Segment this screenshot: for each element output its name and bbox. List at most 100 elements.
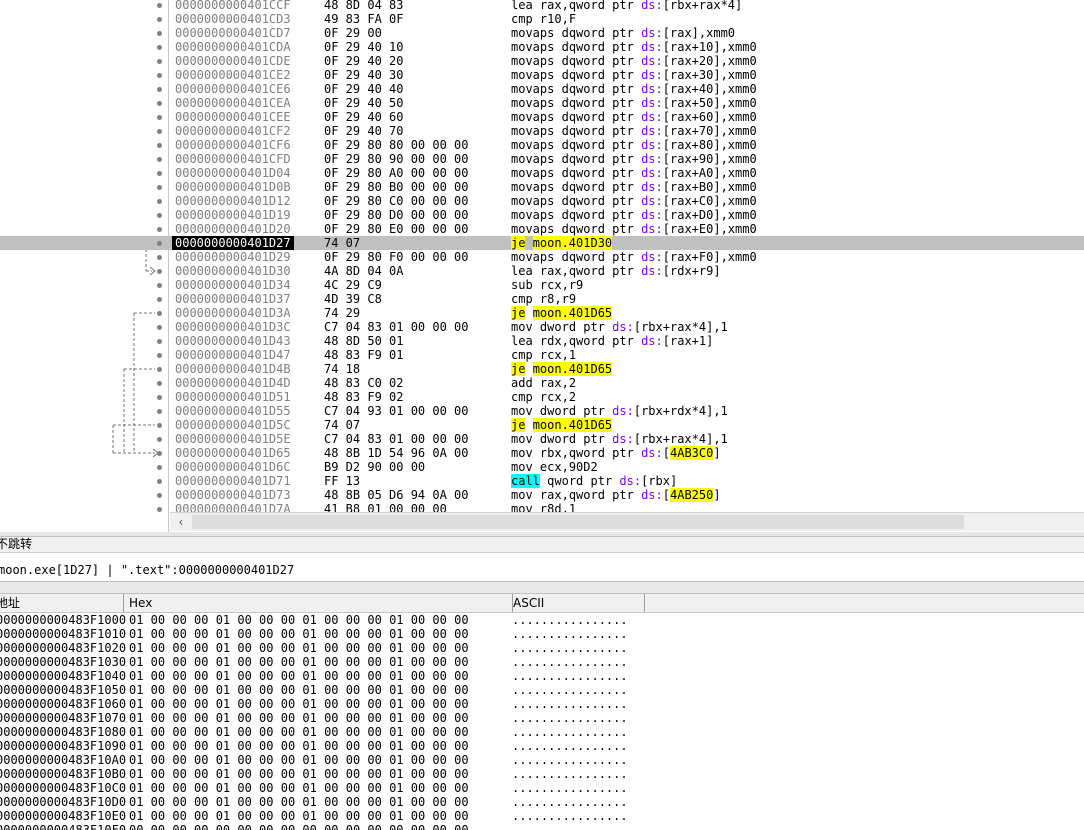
disasm-row[interactable]: 0000000000401D12 0F 29 80 C0 00 00 00 mova… [0,194,1084,208]
breakpoint-dot-icon[interactable] [157,115,162,120]
dump-row[interactable]: 0000000000483F1090 01 00 00 00 01 00 00 0… [0,739,1084,753]
breakpoint-dot-icon[interactable] [157,45,162,50]
disasm-row[interactable]: 0000000000401D04 0F 29 80 A0 00 00 00 mova… [0,166,1084,180]
disasm-row[interactable]: 0000000000401D37 4D 39 C8 cmp r8,r9 [0,292,1084,306]
disasm-row[interactable]: 0000000000401CE6 0F 29 40 40 movaps dqword… [0,82,1084,96]
breakpoint-dot-icon[interactable] [157,255,162,260]
breakpoint-dot-icon[interactable] [157,409,162,414]
breakpoint-dot-icon[interactable] [157,101,162,106]
breakpoint-dot-icon[interactable] [157,269,162,274]
breakpoint-dot-icon[interactable] [157,31,162,36]
breakpoint-dot-icon[interactable] [157,73,162,78]
breakpoint-dot-icon[interactable] [157,199,162,204]
scrollbar-thumb[interactable] [192,515,964,529]
disasm-row[interactable]: 0000000000401D6C B9 D2 90 00 00 mov ecx,90… [0,460,1084,474]
breakpoint-dot-icon[interactable] [157,227,162,232]
dump-row[interactable]: 0000000000483F10F0 00 00 00 00 00 00 00 0… [0,823,1084,830]
instr-operand: dqword ptr [561,124,642,138]
disasm-row[interactable]: 0000000000401D30 4A 8D 04 0A lea rax,qword… [0,264,1084,278]
breakpoint-dot-icon[interactable] [157,213,162,218]
disasm-row[interactable]: 0000000000401CF6 0F 29 80 80 00 00 00 mova… [0,138,1084,152]
disasm-row[interactable]: 0000000000401CDA 0F 29 40 10 movaps dqword… [0,40,1084,54]
disasm-row[interactable]: 0000000000401D0B 0F 29 80 B0 00 00 00 mova… [0,180,1084,194]
breakpoint-dot-icon[interactable] [157,87,162,92]
dump-splitter[interactable] [0,581,1084,594]
dump-row[interactable]: 0000000000483F1000 01 00 00 00 01 00 00 0… [0,613,1084,627]
disasm-row[interactable]: 0000000000401D5C 74 07 je moon.401D65 [0,418,1084,432]
breakpoint-dot-icon[interactable] [157,507,162,512]
breakpoint-dot-icon[interactable] [157,311,162,316]
dump-row[interactable]: 0000000000483F10D0 01 00 00 00 01 00 00 0… [0,795,1084,809]
disasm-row[interactable]: 0000000000401CD3 49 83 FA 0F cmp r10,F [0,12,1084,26]
disasm-row[interactable]: 0000000000401CF2 0F 29 40 70 movaps dqword… [0,124,1084,138]
hex-dump-view[interactable]: 0000000000483F1000 01 00 00 00 01 00 00 0… [0,613,1084,830]
disasm-row[interactable]: 0000000000401D20 0F 29 80 E0 00 00 00 mova… [0,222,1084,236]
disasm-row[interactable]: 0000000000401D3A 74 29 je moon.401D65 [0,306,1084,320]
breakpoint-dot-icon[interactable] [157,129,162,134]
breakpoint-dot-icon[interactable] [157,395,162,400]
disasm-row[interactable]: 0000000000401D29 0F 29 80 F0 00 00 00 mova… [0,250,1084,264]
breakpoint-dot-icon[interactable] [157,465,162,470]
breakpoint-dot-icon[interactable] [157,143,162,148]
disasm-row[interactable]: 0000000000401CEE 0F 29 40 60 movaps dqword… [0,110,1084,124]
horizontal-scrollbar[interactable]: ‹ [170,512,1084,531]
disasm-row[interactable]: 0000000000401CEA 0F 29 40 50 movaps dqword… [0,96,1084,110]
dump-header-address[interactable]: 地址 [0,594,124,612]
disasm-row[interactable]: 0000000000401D3C C7 04 83 01 00 00 00 mov … [0,320,1084,334]
disasm-row[interactable]: 0000000000401D71 FF 13 call qword ptr ds:[… [0,474,1084,488]
breakpoint-dot-icon[interactable] [157,171,162,176]
breakpoint-dot-icon[interactable] [157,3,162,8]
dump-row[interactable]: 0000000000483F10C0 01 00 00 00 01 00 00 0… [0,781,1084,795]
instr-space [554,152,561,166]
dump-header-ascii[interactable]: ASCII [508,594,645,612]
disasm-row[interactable]: 0000000000401D43 48 8D 50 01 lea rdx,qword… [0,334,1084,348]
dump-row[interactable]: 0000000000483F1070 01 00 00 00 01 00 00 0… [0,711,1084,725]
disasm-row[interactable]: 0000000000401CCF 48 8D 04 83 lea rax,qword… [0,0,1084,12]
breakpoint-dot-icon[interactable] [157,325,162,330]
dump-row[interactable]: 0000000000483F1040 01 00 00 00 01 00 00 0… [0,669,1084,683]
disassembly-view[interactable]: IP 0000000000401CCF48 8D 04 83lea rax,qw… [0,0,1084,532]
breakpoint-dot-icon[interactable] [157,451,162,456]
dump-row[interactable]: 0000000000483F1030 01 00 00 00 01 00 00 0… [0,655,1084,669]
disasm-row[interactable]: 0000000000401D47 48 83 F9 01 cmp rcx,1 [0,348,1084,362]
dump-row[interactable]: 0000000000483F1020 01 00 00 00 01 00 00 0… [0,641,1084,655]
disasm-row[interactable]: 0000000000401D73 48 8B 05 D6 94 0A 00 mov … [0,488,1084,502]
disasm-row[interactable]: 0000000000401D4D 48 83 C0 02 add rax,2 [0,376,1084,390]
dump-row[interactable]: 0000000000483F1010 01 00 00 00 01 00 00 0… [0,627,1084,641]
breakpoint-dot-icon[interactable] [157,367,162,372]
breakpoint-dot-icon[interactable] [157,185,162,190]
breakpoint-dot-icon[interactable] [157,157,162,162]
disasm-row[interactable]: 0000000000401D19 0F 29 80 D0 00 00 00 mova… [0,208,1084,222]
disasm-row[interactable]: 0000000000401D51 48 83 F9 02 cmp rcx,2 [0,390,1084,404]
breakpoint-dot-icon[interactable] [157,17,162,22]
dump-header-hex[interactable]: Hex [124,594,513,612]
dump-row[interactable]: 0000000000483F10A0 01 00 00 00 01 00 00 0… [0,753,1084,767]
dump-row[interactable]: 0000000000483F10B0 01 00 00 00 01 00 00 0… [0,767,1084,781]
disasm-row[interactable]: 0000000000401CD7 0F 29 00 movaps dqword pt… [0,26,1084,40]
dump-row[interactable]: 0000000000483F10E0 01 00 00 00 01 00 00 0… [0,809,1084,823]
disasm-row-current[interactable]: 0000000000401D27 74 07 je moon.401D30 [0,236,1084,250]
breakpoint-dot-icon[interactable] [157,241,162,246]
dump-row[interactable]: 0000000000483F1060 01 00 00 00 01 00 00 0… [0,697,1084,711]
breakpoint-dot-icon[interactable] [157,493,162,498]
scroll-left-icon[interactable]: ‹ [174,513,188,531]
disasm-row[interactable]: 0000000000401D65 48 8B 1D 54 96 0A 00 mov … [0,446,1084,460]
breakpoint-dot-icon[interactable] [157,479,162,484]
disasm-row[interactable]: 0000000000401D5E C7 04 83 01 00 00 00 mov … [0,432,1084,446]
disasm-row[interactable]: 0000000000401CE2 0F 29 40 30 movaps dqword… [0,68,1084,82]
disasm-row[interactable]: 0000000000401D4B 74 18 je moon.401D65 [0,362,1084,376]
disasm-row[interactable]: 0000000000401CDE 0F 29 40 20 movaps dqword… [0,54,1084,68]
breakpoint-dot-icon[interactable] [157,283,162,288]
disasm-row[interactable]: 0000000000401CFD 0F 29 80 90 00 00 00 mova… [0,152,1084,166]
breakpoint-dot-icon[interactable] [157,423,162,428]
breakpoint-dot-icon[interactable] [157,381,162,386]
disasm-row[interactable]: 0000000000401D34 4C 29 C9 sub rcx,r9 [0,278,1084,292]
dump-row[interactable]: 0000000000483F1080 01 00 00 00 01 00 00 0… [0,725,1084,739]
disasm-row[interactable]: 0000000000401D55 C7 04 93 01 00 00 00 mov … [0,404,1084,418]
breakpoint-dot-icon[interactable] [157,59,162,64]
breakpoint-dot-icon[interactable] [157,353,162,358]
breakpoint-dot-icon[interactable] [157,297,162,302]
breakpoint-dot-icon[interactable] [157,339,162,344]
dump-row[interactable]: 0000000000483F1050 01 00 00 00 01 00 00 0… [0,683,1084,697]
breakpoint-dot-icon[interactable] [157,437,162,442]
